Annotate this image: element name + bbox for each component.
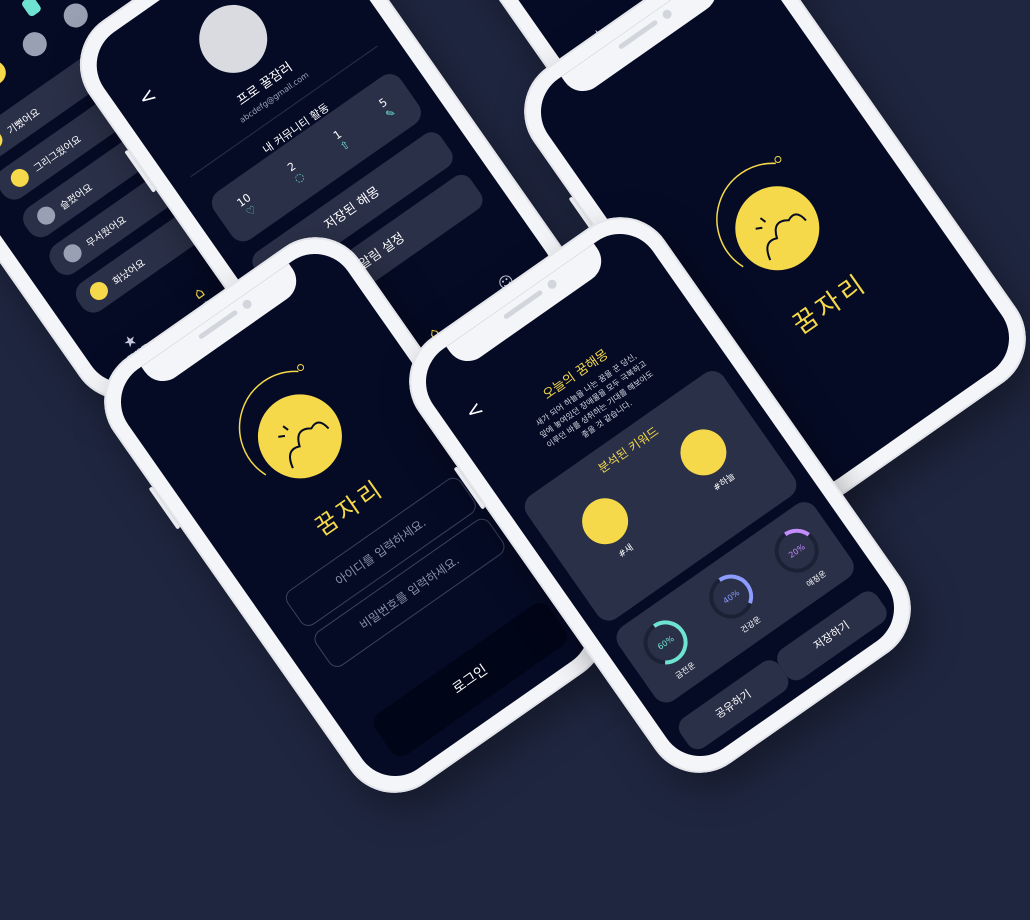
back-icon[interactable]: < <box>460 396 487 425</box>
keyword-sky[interactable]: #하늘 <box>671 420 746 500</box>
ring-percent: 40% <box>721 588 741 606</box>
edit-icon: ✎ <box>383 105 399 122</box>
fortune-health: 40% 건강운 <box>696 561 774 643</box>
ring-percent: 20% <box>787 542 807 560</box>
comment-icon: ◌ <box>291 169 307 186</box>
back-icon[interactable]: < <box>133 82 160 111</box>
stat-posts[interactable]: 5 ✎ <box>376 95 399 122</box>
stat-thumbs[interactable]: 1 ⇧ <box>330 127 353 154</box>
stat-comments[interactable]: 2 ◌ <box>284 159 307 186</box>
ring-percent: 60% <box>656 633 676 651</box>
keyword-bird[interactable]: #새 <box>573 489 648 569</box>
fortune-love: 20% 애정운 <box>762 515 840 597</box>
thumbs-up-icon: ⇧ <box>337 137 353 154</box>
stat-likes[interactable]: 10 ♡ <box>235 191 261 220</box>
fortune-money: 60% 금전운 <box>630 607 708 689</box>
